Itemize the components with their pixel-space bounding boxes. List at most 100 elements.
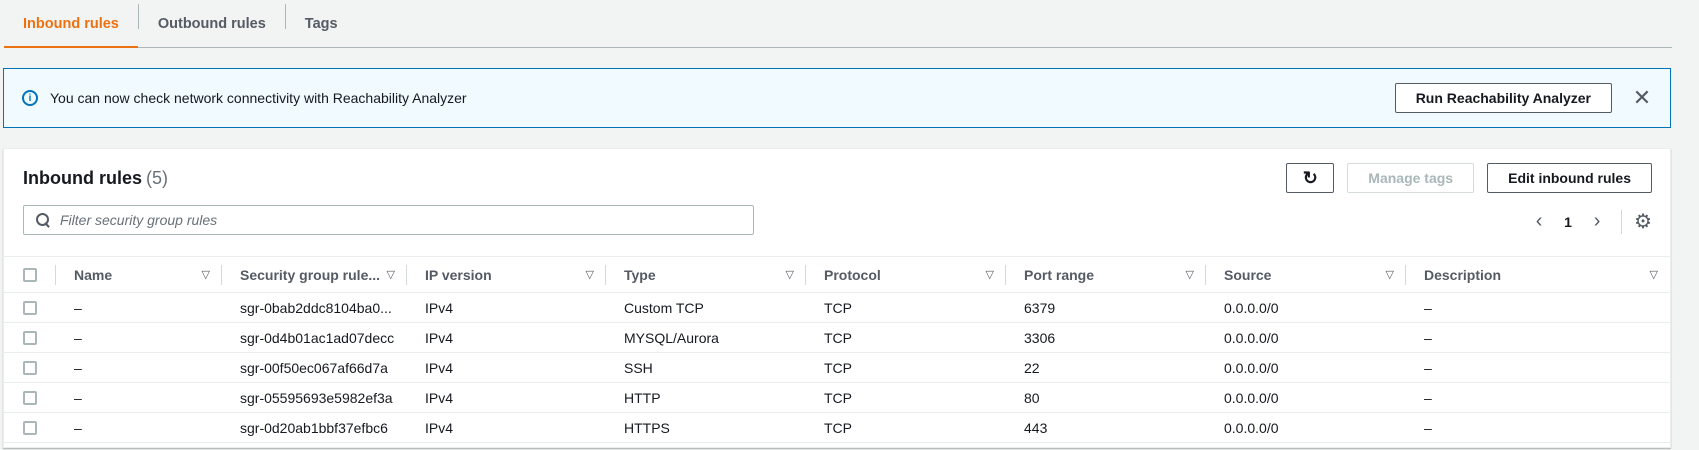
panel-title: Inbound rules (5) — [23, 168, 168, 189]
close-icon[interactable]: ✕ — [1632, 87, 1652, 109]
manage-tags-button[interactable]: Manage tags — [1347, 163, 1475, 193]
row-checkbox[interactable] — [23, 360, 37, 375]
panel-title-text: Inbound rules — [23, 168, 142, 188]
inbound-rules-panel: Inbound rules (5) ↻ Manage tags Edit inbo… — [3, 148, 1671, 448]
chevron-right-icon[interactable]: › — [1583, 210, 1611, 233]
sort-icon[interactable]: ▽ — [1186, 268, 1194, 281]
row-select-cell — [4, 322, 56, 353]
cell-rule-id: sgr-05595693e5982ef3a — [222, 382, 407, 413]
search-box — [23, 205, 754, 235]
cell-port-range: 6379 — [1006, 292, 1206, 323]
cell-name: – — [56, 292, 222, 323]
column-header-ip-version[interactable]: IP version ▽ — [407, 256, 606, 293]
cell-description: – — [1406, 352, 1670, 383]
cell-protocol: TCP — [806, 322, 1006, 353]
panel-actions: ↻ Manage tags Edit inbound rules — [1286, 163, 1652, 193]
cell-description: – — [1406, 412, 1670, 443]
tab-bar: Inbound rules Outbound rules Tags — [4, 0, 1672, 48]
row-select-cell — [4, 412, 56, 443]
cell-description: – — [1406, 292, 1670, 323]
cell-port-range: 80 — [1006, 382, 1206, 413]
cell-rule-id: sgr-0d4b01ac1ad07decc — [222, 322, 407, 353]
column-header-rule-id[interactable]: Security group rule... ▽ — [222, 256, 407, 293]
search-input[interactable] — [60, 212, 753, 228]
sort-icon[interactable]: ▽ — [1650, 268, 1658, 281]
row-checkbox[interactable] — [23, 390, 37, 405]
cell-port-range: 443 — [1006, 412, 1206, 443]
info-icon: i — [22, 90, 38, 106]
page-number[interactable]: 1 — [1553, 214, 1583, 230]
column-header-type[interactable]: Type ▽ — [606, 256, 806, 293]
cell-rule-id: sgr-0bab2ddc8104ba0... — [222, 292, 407, 323]
column-header-label: Protocol — [824, 266, 881, 283]
table-row[interactable]: – sgr-00f50ec067af66d7a IPv4 SSH TCP 22 … — [4, 352, 1670, 383]
table-row[interactable]: – sgr-0bab2ddc8104ba0... IPv4 Custom TCP… — [4, 292, 1670, 323]
column-header-name[interactable]: Name ▽ — [56, 256, 222, 293]
row-checkbox[interactable] — [23, 330, 37, 345]
cell-name: – — [56, 382, 222, 413]
row-select-cell — [4, 352, 56, 383]
cell-source: 0.0.0.0/0 — [1206, 352, 1406, 383]
table-row[interactable]: – sgr-0d4b01ac1ad07decc IPv4 MYSQL/Auror… — [4, 322, 1670, 353]
column-header-label: Port range — [1024, 266, 1095, 283]
sort-icon[interactable]: ▽ — [586, 268, 594, 281]
column-header-label: Name — [74, 266, 113, 283]
banner-text: You can now check network connectivity w… — [50, 90, 467, 106]
cell-type: Custom TCP — [606, 292, 806, 323]
row-checkbox[interactable] — [23, 420, 37, 435]
row-select-cell — [4, 382, 56, 413]
tab-inbound-rules[interactable]: Inbound rules — [4, 0, 138, 48]
cell-rule-id: sgr-00f50ec067af66d7a — [222, 352, 407, 383]
table-row[interactable]: – sgr-05595693e5982ef3a IPv4 HTTP TCP 80… — [4, 382, 1670, 413]
cell-protocol: TCP — [806, 292, 1006, 323]
cell-ip-version: IPv4 — [407, 322, 606, 353]
column-header-label: Source — [1224, 266, 1272, 283]
tab-outbound-rules[interactable]: Outbound rules — [139, 0, 285, 47]
cell-protocol: TCP — [806, 412, 1006, 443]
cell-source: 0.0.0.0/0 — [1206, 292, 1406, 323]
column-header-source[interactable]: Source ▽ — [1206, 256, 1406, 293]
refresh-button[interactable]: ↻ — [1286, 163, 1335, 193]
cell-type: HTTPS — [606, 412, 806, 443]
column-header-port-range[interactable]: Port range ▽ — [1006, 256, 1206, 293]
cell-protocol: TCP — [806, 382, 1006, 413]
cell-name: – — [56, 352, 222, 383]
cell-name: – — [56, 412, 222, 443]
cell-name: – — [56, 322, 222, 353]
pager-divider — [1621, 209, 1623, 234]
sort-icon[interactable]: ▽ — [202, 268, 210, 281]
cell-type: SSH — [606, 352, 806, 383]
column-header-protocol[interactable]: Protocol ▽ — [806, 256, 1006, 293]
cell-ip-version: IPv4 — [407, 292, 606, 323]
search-icon — [36, 213, 50, 227]
cell-ip-version: IPv4 — [407, 412, 606, 443]
cell-source: 0.0.0.0/0 — [1206, 322, 1406, 353]
cell-protocol: TCP — [806, 352, 1006, 383]
sort-icon[interactable]: ▽ — [986, 268, 994, 281]
column-header-description[interactable]: Description ▽ — [1406, 256, 1670, 293]
cell-port-range: 3306 — [1006, 322, 1206, 353]
refresh-icon: ↻ — [1302, 167, 1318, 188]
tab-tags[interactable]: Tags — [286, 0, 357, 47]
row-checkbox[interactable] — [23, 300, 37, 315]
cell-type: HTTP — [606, 382, 806, 413]
cell-type: MYSQL/Aurora — [606, 322, 806, 353]
pagination: ‹ 1 › ⚙ — [1525, 209, 1652, 234]
cell-ip-version: IPv4 — [407, 352, 606, 383]
sort-icon[interactable]: ▽ — [1386, 268, 1394, 281]
sort-icon[interactable]: ▽ — [387, 268, 395, 281]
run-reachability-analyzer-button[interactable]: Run Reachability Analyzer — [1394, 83, 1612, 113]
chevron-left-icon[interactable]: ‹ — [1525, 210, 1553, 233]
info-banner: i You can now check network connectivity… — [3, 68, 1671, 128]
table-row[interactable]: – sgr-0d20ab1bbf37efbc6 IPv4 HTTPS TCP 4… — [4, 412, 1670, 443]
cell-source: 0.0.0.0/0 — [1206, 382, 1406, 413]
cell-description: – — [1406, 382, 1670, 413]
select-all-checkbox[interactable] — [23, 267, 37, 282]
edit-inbound-rules-button[interactable]: Edit inbound rules — [1487, 163, 1652, 193]
cell-description: – — [1406, 322, 1670, 353]
column-header-label: Security group rule... — [240, 266, 381, 283]
sort-icon[interactable]: ▽ — [786, 268, 794, 281]
row-select-cell — [4, 292, 56, 323]
column-header-label: Type — [624, 266, 656, 283]
gear-icon[interactable]: ⚙ — [1634, 209, 1652, 234]
